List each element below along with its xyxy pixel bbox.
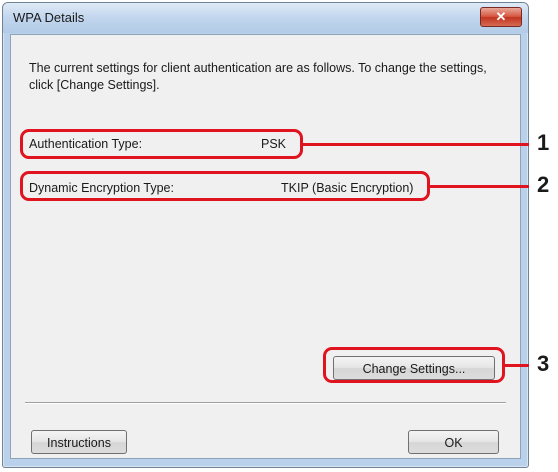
callout-line-2 [430,185,529,188]
dialog-body: The current settings for client authenti… [10,34,521,459]
highlight-authentication-type [20,129,303,159]
close-button[interactable]: ✕ [480,7,522,27]
close-icon: ✕ [495,9,507,24]
highlight-dynamic-encryption-type [20,171,430,201]
callout-number-3: 3 [537,351,550,376]
callout-number-1: 1 [537,130,550,155]
callout-line-3 [505,364,529,367]
wpa-details-dialog: WPA Details ✕ The current settings for c… [2,2,529,468]
window-title: WPA Details [13,10,85,25]
description-text: The current settings for client authenti… [29,61,487,92]
separator [25,402,506,404]
highlight-change-settings [323,347,505,383]
ok-button[interactable]: OK [408,430,499,454]
callout-number-2: 2 [537,172,550,197]
callout-line-1 [303,143,529,146]
title-bar[interactable]: WPA Details ✕ [3,3,528,33]
instructions-button[interactable]: Instructions [31,430,127,454]
